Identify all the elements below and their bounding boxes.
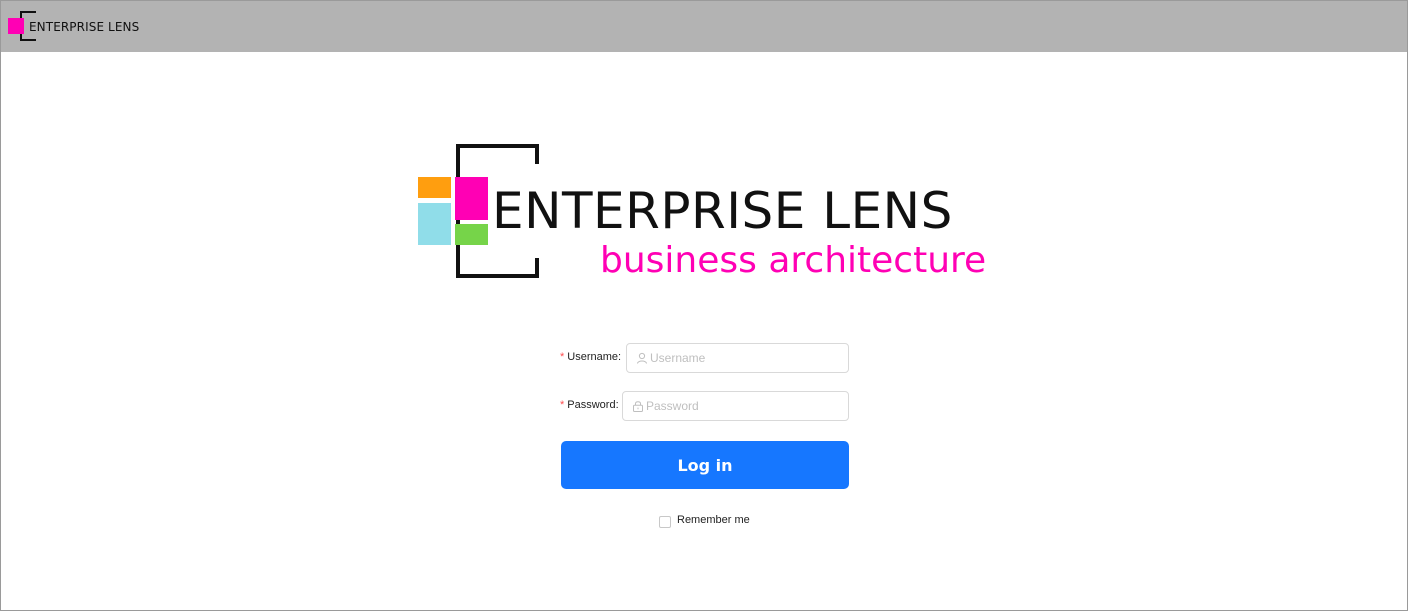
logo-orange-block (418, 177, 451, 198)
logo-blue-block (418, 203, 451, 245)
logo-subtitle: business architecture (600, 240, 987, 281)
username-row: * Username: (560, 343, 850, 375)
logo-title: ENTERPRISE LENS (492, 182, 953, 240)
remember-me-checkbox[interactable] (659, 516, 671, 528)
required-mark: * (560, 399, 565, 411)
login-button[interactable]: Log in (561, 441, 849, 489)
header-brand-text: ENTERPRISE LENS (29, 20, 140, 34)
remember-me-label: Remember me (677, 514, 750, 526)
username-input[interactable] (650, 344, 841, 372)
required-mark: * (560, 351, 565, 363)
header-logo[interactable]: ENTERPRISE LENS (7, 11, 187, 44)
username-label-text: Username (567, 351, 619, 363)
main-logo: ENTERPRISE LENS business architecture (417, 144, 997, 284)
logo-green-block (455, 224, 488, 245)
password-label: * Password: (560, 399, 619, 411)
lock-icon (633, 401, 643, 412)
password-field[interactable] (622, 391, 849, 421)
password-label-text: Password (567, 399, 616, 411)
top-bar: ENTERPRISE LENS (1, 1, 1407, 52)
logo-pink-block (455, 177, 488, 220)
app-window: ENTERPRISE LENS ENTERPRISE LENS business… (0, 0, 1408, 611)
username-label: * Username: (560, 351, 622, 363)
password-input[interactable] (646, 392, 841, 420)
logo-pink-square (8, 18, 24, 34)
password-row: * Password: (560, 391, 850, 423)
username-field[interactable] (626, 343, 849, 373)
user-icon (637, 352, 647, 364)
